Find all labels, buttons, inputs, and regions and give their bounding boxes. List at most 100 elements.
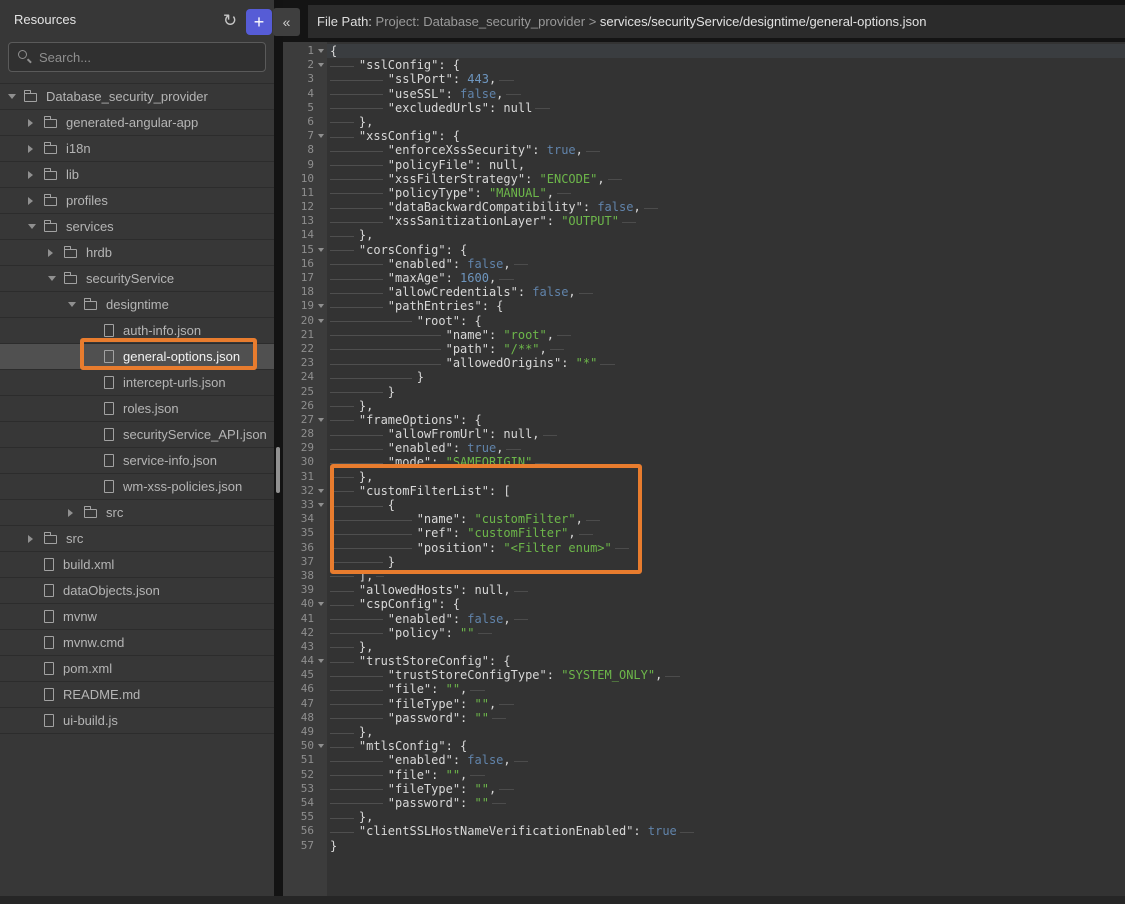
add-button[interactable]: +	[246, 9, 272, 35]
code-line-32[interactable]: 32"customFilterList": [	[283, 484, 1125, 498]
code-line-42[interactable]: 42"policy": ""	[283, 626, 1125, 640]
code-line-27[interactable]: 27"frameOptions": {	[283, 413, 1125, 427]
code-line-5[interactable]: 5"excludedUrls": null	[283, 101, 1125, 115]
fold-marker-icon[interactable]	[318, 489, 324, 493]
code-line-14[interactable]: 14},	[283, 228, 1125, 242]
tree-item-src[interactable]: src	[0, 500, 274, 526]
tree-item-lib[interactable]: lib	[0, 162, 274, 188]
fold-marker-icon[interactable]	[318, 503, 324, 507]
chevron-right-icon[interactable]	[28, 535, 33, 543]
fold-marker-icon[interactable]	[318, 63, 324, 67]
code-line-57[interactable]: 57}	[283, 839, 1125, 853]
tree-item-roles-json[interactable]: roles.json	[0, 396, 274, 422]
fold-marker-icon[interactable]	[318, 744, 324, 748]
search-input[interactable]	[8, 42, 266, 72]
code-line-31[interactable]: 31},	[283, 470, 1125, 484]
chevron-right-icon[interactable]	[28, 145, 33, 153]
tree-item-build-xml[interactable]: build.xml	[0, 552, 274, 578]
code-line-19[interactable]: 19"pathEntries": {	[283, 299, 1125, 313]
tree-item-ui-build-js[interactable]: ui-build.js	[0, 708, 274, 734]
code-line-46[interactable]: 46"file": "",	[283, 682, 1125, 696]
tree-item-general-options-json[interactable]: general-options.json	[0, 344, 274, 370]
code-line-18[interactable]: 18"allowCredentials": false,	[283, 285, 1125, 299]
tree-item-dataobjects-json[interactable]: dataObjects.json	[0, 578, 274, 604]
tree-item-designtime[interactable]: designtime	[0, 292, 274, 318]
code-line-55[interactable]: 55},	[283, 810, 1125, 824]
code-line-38[interactable]: 38],	[283, 569, 1125, 583]
tree-item-src[interactable]: src	[0, 526, 274, 552]
code-line-43[interactable]: 43},	[283, 640, 1125, 654]
tree-item-i18n[interactable]: i18n	[0, 136, 274, 162]
code-line-41[interactable]: 41"enabled": false,	[283, 612, 1125, 626]
chevron-right-icon[interactable]	[28, 171, 33, 179]
fold-marker-icon[interactable]	[318, 319, 324, 323]
chevron-right-icon[interactable]	[48, 249, 53, 257]
code-line-29[interactable]: 29"enabled": true,	[283, 441, 1125, 455]
tree-item-service-info-json[interactable]: service-info.json	[0, 448, 274, 474]
code-line-20[interactable]: 20"root": {	[283, 314, 1125, 328]
code-line-48[interactable]: 48"password": ""	[283, 711, 1125, 725]
code-line-36[interactable]: 36"position": "<Filter enum>"	[283, 541, 1125, 555]
chevron-down-icon[interactable]	[28, 224, 36, 229]
code-line-39[interactable]: 39"allowedHosts": null,	[283, 583, 1125, 597]
code-line-7[interactable]: 7"xssConfig": {	[283, 129, 1125, 143]
tree-item-services[interactable]: services	[0, 214, 274, 240]
code-line-1[interactable]: 1{	[283, 44, 1125, 58]
code-line-35[interactable]: 35"ref": "customFilter",	[283, 526, 1125, 540]
code-line-54[interactable]: 54"password": ""	[283, 796, 1125, 810]
code-line-30[interactable]: 30"mode": "SAMEORIGIN"	[283, 455, 1125, 469]
code-line-51[interactable]: 51"enabled": false,	[283, 753, 1125, 767]
code-line-26[interactable]: 26},	[283, 399, 1125, 413]
tree-item-database-security-provider[interactable]: Database_security_provider	[0, 84, 274, 110]
code-line-21[interactable]: 21"name": "root",	[283, 328, 1125, 342]
fold-marker-icon[interactable]	[318, 304, 324, 308]
tree-item-generated-angular-app[interactable]: generated-angular-app	[0, 110, 274, 136]
code-line-11[interactable]: 11"policyType": "MANUAL",	[283, 186, 1125, 200]
code-line-40[interactable]: 40"cspConfig": {	[283, 597, 1125, 611]
tree-item-securityservice[interactable]: securityService	[0, 266, 274, 292]
code-line-15[interactable]: 15"corsConfig": {	[283, 243, 1125, 257]
tree-item-readme-md[interactable]: README.md	[0, 682, 274, 708]
chevron-down-icon[interactable]	[48, 276, 56, 281]
code-line-8[interactable]: 8"enforceXssSecurity": true,	[283, 143, 1125, 157]
tree-item-securityservice-api-json[interactable]: securityService_API.json	[0, 422, 274, 448]
code-line-13[interactable]: 13"xssSanitizationLayer": "OUTPUT"	[283, 214, 1125, 228]
tree-item-hrdb[interactable]: hrdb	[0, 240, 274, 266]
chevron-down-icon[interactable]	[68, 302, 76, 307]
fold-marker-icon[interactable]	[318, 49, 324, 53]
code-line-16[interactable]: 16"enabled": false,	[283, 257, 1125, 271]
refresh-button[interactable]: ↻	[218, 8, 242, 34]
fold-marker-icon[interactable]	[318, 248, 324, 252]
code-line-37[interactable]: 37}	[283, 555, 1125, 569]
code-line-24[interactable]: 24}	[283, 370, 1125, 384]
code-line-25[interactable]: 25}	[283, 385, 1125, 399]
code-line-50[interactable]: 50"mtlsConfig": {	[283, 739, 1125, 753]
tree-item-profiles[interactable]: profiles	[0, 188, 274, 214]
code-line-52[interactable]: 52"file": "",	[283, 768, 1125, 782]
code-line-44[interactable]: 44"trustStoreConfig": {	[283, 654, 1125, 668]
code-line-23[interactable]: 23"allowedOrigins": "*"	[283, 356, 1125, 370]
code-editor[interactable]: 1{2"sslConfig": {3"sslPort": 443,4"useSS…	[283, 42, 1125, 896]
tree-item-mvnw[interactable]: mvnw	[0, 604, 274, 630]
code-line-56[interactable]: 56"clientSSLHostNameVerificationEnabled"…	[283, 824, 1125, 838]
fold-marker-icon[interactable]	[318, 134, 324, 138]
code-line-2[interactable]: 2"sslConfig": {	[283, 58, 1125, 72]
tree-item-pom-xml[interactable]: pom.xml	[0, 656, 274, 682]
tree-item-intercept-urls-json[interactable]: intercept-urls.json	[0, 370, 274, 396]
code-line-12[interactable]: 12"dataBackwardCompatibility": false,	[283, 200, 1125, 214]
code-line-3[interactable]: 3"sslPort": 443,	[283, 72, 1125, 86]
code-line-45[interactable]: 45"trustStoreConfigType": "SYSTEM_ONLY",	[283, 668, 1125, 682]
chevron-right-icon[interactable]	[28, 197, 33, 205]
code-line-49[interactable]: 49},	[283, 725, 1125, 739]
collapse-panel-button[interactable]: «	[273, 8, 300, 36]
tree-item-wm-xss-policies-json[interactable]: wm-xss-policies.json	[0, 474, 274, 500]
tree-scrollbar[interactable]	[276, 447, 280, 493]
fold-marker-icon[interactable]	[318, 418, 324, 422]
tree-item-mvnw-cmd[interactable]: mvnw.cmd	[0, 630, 274, 656]
chevron-right-icon[interactable]	[28, 119, 33, 127]
code-line-9[interactable]: 9"policyFile": null,	[283, 158, 1125, 172]
code-line-6[interactable]: 6},	[283, 115, 1125, 129]
code-line-53[interactable]: 53"fileType": "",	[283, 782, 1125, 796]
fold-marker-icon[interactable]	[318, 602, 324, 606]
code-line-33[interactable]: 33{	[283, 498, 1125, 512]
